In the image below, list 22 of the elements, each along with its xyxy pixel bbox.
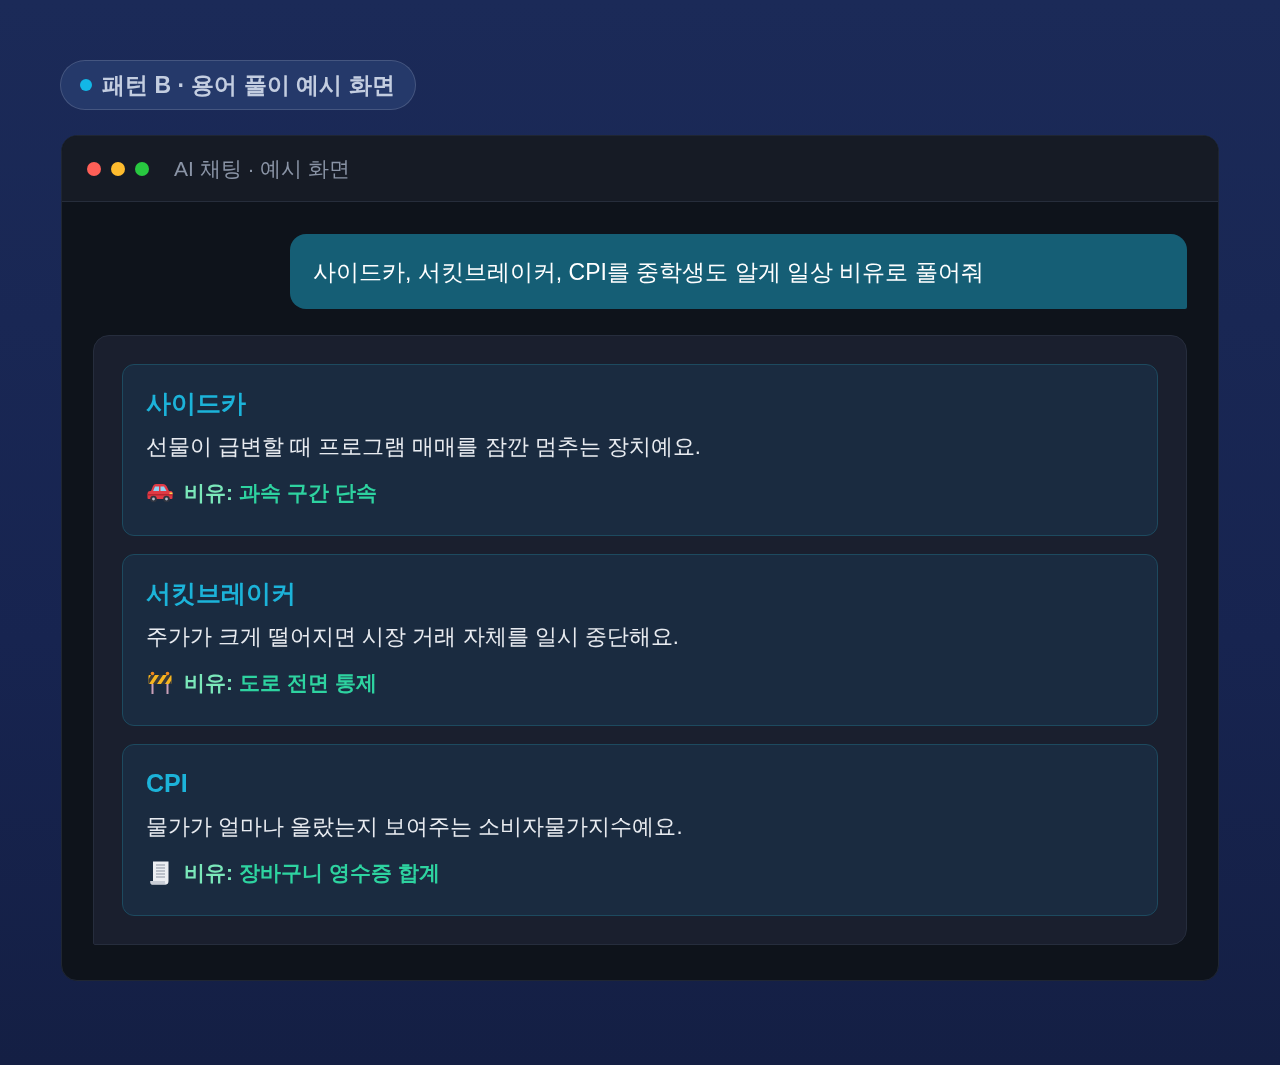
analogy-label: 비유: <box>184 860 233 886</box>
term-title: CPI <box>146 768 188 799</box>
user-message-text: 사이드카, 서킷브레이커, CPI를 중학생도 알게 일상 비유로 풀어줘 <box>313 257 984 287</box>
analogy-text: 도로 전면 통제 <box>239 670 377 696</box>
analogy-label: 비유: <box>184 480 233 506</box>
term-title: 서킷브레이커 <box>146 578 296 609</box>
analogy-text: 장바구니 영수증 합계 <box>239 860 440 886</box>
minimize-dot-icon <box>111 161 125 176</box>
window-title: AI 채팅 · 예시 화면 <box>174 155 351 182</box>
analogy-text: 과속 구간 단속 <box>239 480 377 506</box>
maximize-dot-icon <box>135 161 149 176</box>
construction-barrier-icon <box>148 671 172 695</box>
term-description: 선물이 급변할 때 프로그램 매매를 잠깐 멈추는 장치예요. <box>146 433 701 461</box>
term-description: 주가가 크게 떨어지면 시장 거래 자체를 일시 중단해요. <box>146 623 679 651</box>
car-icon <box>147 483 173 503</box>
analogy-label: 비유: <box>184 670 233 696</box>
badge-label: 패턴 B · 용어 풀이 예시 화면 <box>102 71 395 100</box>
close-dot-icon <box>87 161 101 176</box>
term-description: 물가가 얼마나 올랐는지 보여주는 소비자물가지수예요. <box>146 813 683 841</box>
status-dot-icon <box>80 79 92 91</box>
receipt-icon <box>150 861 170 885</box>
term-title: 사이드카 <box>146 388 246 419</box>
